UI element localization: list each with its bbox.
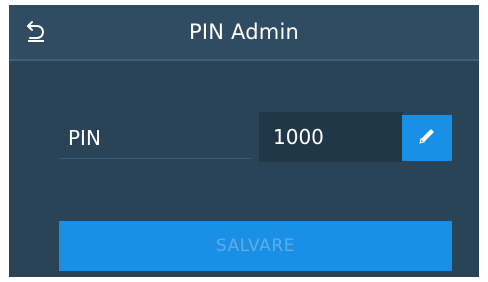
header-bar: PIN Admin bbox=[9, 5, 479, 61]
pin-label: PIN bbox=[59, 117, 251, 159]
page-title: PIN Admin bbox=[189, 20, 299, 44]
save-button[interactable]: SALVARE bbox=[59, 221, 452, 271]
pin-admin-screen: PIN Admin PIN 1000 SALVARE bbox=[9, 5, 479, 277]
pin-field[interactable]: 1000 bbox=[259, 112, 403, 162]
edit-pin-button[interactable] bbox=[402, 115, 452, 161]
pencil-icon bbox=[416, 125, 438, 151]
content-area: PIN 1000 SALVARE bbox=[9, 61, 479, 277]
